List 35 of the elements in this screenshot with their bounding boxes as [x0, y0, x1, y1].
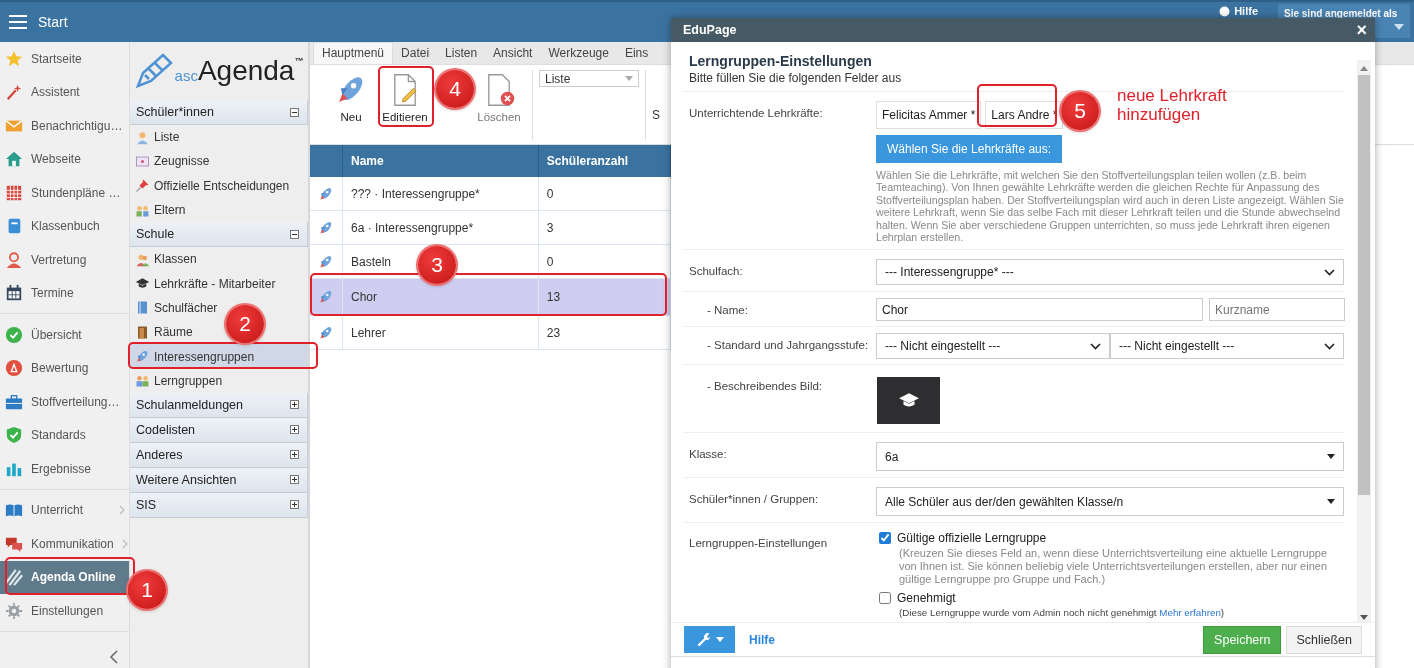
step-badge: 5: [1061, 92, 1099, 130]
field-label: Schulfach:: [689, 264, 744, 280]
table-cell: Lehrer: [351, 325, 386, 340]
table-cell: Chor: [351, 290, 377, 304]
annotation-text: hinzufügen: [1117, 105, 1202, 124]
dialog-title: EduPage: [683, 23, 737, 37]
checkbox-label: Gültige offizielle Lerngruppe: [897, 531, 1047, 546]
page-title: Start: [38, 14, 68, 30]
annotation-text: neue Lehrkraft: [1117, 86, 1227, 105]
field-label: - Name:: [706, 303, 749, 319]
field-label: Unterrichtende Lehrkräfte:: [689, 106, 824, 121]
table-cell: Basteln: [351, 254, 392, 269]
help-text: Wählen Sie die Lehrkräfte, mit welchen Sie den Stoffverteilungsplan teilen wollen (z.B. beim Teamteaching). Von Ihnen gewählte Lehrkräfte werden die gleichen Rechte für Anpassung des Stoffverteilungsplan haben. Der Stoffverteilungsplan wird auch in deren Liste angezeigt. Wählen Sie weitere Lehrkraft, wenn Sie das selbe Fach mit dieser Lehrkraft teilen und die Stunde abwechselnd halten. Wenn Sie aber verschiedene Gruppen unterrichten, so muss jede Lehrkraft ihren eigenen Lehrplan erstellen.: [876, 169, 1345, 244]
field-label: Schüler*innen / Gruppen:: [689, 492, 820, 508]
table-cell: 3: [546, 220, 554, 235]
step-badge: 4: [436, 70, 474, 108]
field-label: Lerngruppen-Einstellungen: [689, 536, 829, 552]
table-cell: 6a · Interessengruppe*: [351, 220, 474, 235]
table-cell: 23: [546, 325, 561, 340]
approval-note: (Diese Lerngruppe wurde vom Admin noch nicht genehmigt Mehr erfahren): [899, 607, 1226, 620]
field-label: Klasse:: [689, 447, 728, 463]
step-badge: 2: [226, 305, 264, 343]
option-note: (Kreuzen Sie dieses Feld an, wenn diese Unterrichtsverteilung eine aktuelle Lerngruppe von Ihnen ist. Sie können beliebig viele Unterrichtsverteilungen erstellen, aber nur einen gültige Lerngruppe pro Gruppe und Fach.): [899, 547, 1329, 586]
checkbox-label: Genehmigt: [897, 591, 956, 606]
table-cell: ??? · Interessengruppe*: [351, 186, 480, 201]
table-cell: 13: [546, 290, 561, 304]
form-subtitle: Bitte füllen Sie die folgenden Felder aus: [689, 71, 903, 85]
table-cell: 0: [546, 254, 554, 269]
step-badge: 3: [418, 246, 456, 284]
table-cell: 0: [546, 186, 554, 201]
field-label: - Standard und Jahrgangsstufe:: [706, 338, 870, 354]
logo-text: ascAgenda$^{™}$: [174, 56, 304, 86]
step-badge: 1: [128, 571, 166, 609]
form-title: Lerngruppen-Einstellungen: [689, 53, 873, 69]
field-label: - Beschreibendes Bild:: [706, 379, 824, 395]
